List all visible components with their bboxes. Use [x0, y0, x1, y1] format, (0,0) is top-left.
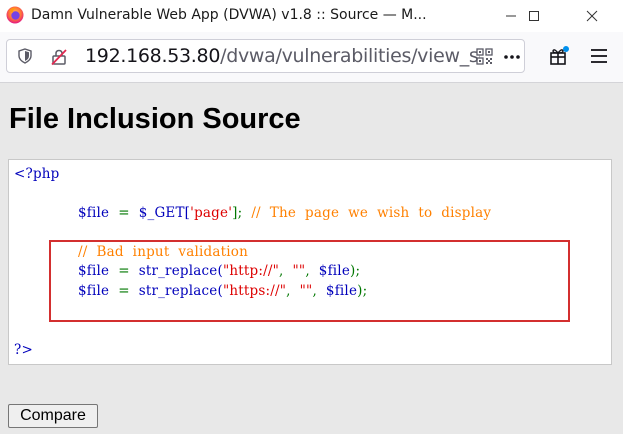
url-path: /dvwa/vulnerabilities/view_source	[220, 45, 480, 67]
highlight-box	[49, 240, 570, 322]
compare-button[interactable]: Compare	[8, 404, 98, 428]
url-host: 192.168.53.80	[85, 45, 221, 67]
firefox-logo-icon	[6, 6, 24, 24]
maximize-button[interactable]	[511, 0, 557, 32]
close-icon	[586, 10, 598, 22]
php-close-tag: ?>	[14, 342, 33, 358]
close-window-button[interactable]	[569, 0, 615, 32]
page-content: File Inclusion Source <?php $file = $_GE…	[0, 83, 623, 434]
page-title: File Inclusion Source	[9, 103, 301, 135]
code-line-get: $file = $_GET['page']; // The page we wi…	[78, 205, 491, 221]
shield-icon[interactable]	[17, 48, 33, 64]
code-token: $_GET[	[138, 205, 191, 221]
code-comment: // The page we wish to display	[251, 205, 492, 221]
url-text[interactable]: 192.168.53.80/dvwa/vulnerabilities/view_…	[85, 45, 480, 67]
code-token: $file	[78, 205, 110, 221]
qr-code-icon[interactable]	[476, 48, 493, 65]
code-token: 'page'	[190, 205, 233, 221]
url-bar[interactable]: 192.168.53.80/dvwa/vulnerabilities/view_…	[6, 39, 525, 73]
code-token: ];	[232, 205, 243, 221]
hamburger-menu-icon[interactable]	[590, 48, 608, 64]
more-icon[interactable]	[502, 47, 522, 67]
code-token: =	[118, 205, 130, 221]
window-title: Damn Vulnerable Web App (DVWA) v1.8 :: S…	[31, 7, 427, 23]
maximize-icon	[529, 11, 539, 21]
window-titlebar: Damn Vulnerable Web App (DVWA) v1.8 :: S…	[0, 0, 623, 32]
navigation-bar: 192.168.53.80/dvwa/vulnerabilities/view_…	[0, 32, 623, 83]
php-open-tag: <?php	[14, 166, 60, 182]
source-code-box: <?php $file = $_GET['page']; // The page…	[8, 159, 612, 365]
extensions-icon[interactable]	[549, 46, 569, 66]
insecure-lock-icon[interactable]	[50, 48, 68, 66]
